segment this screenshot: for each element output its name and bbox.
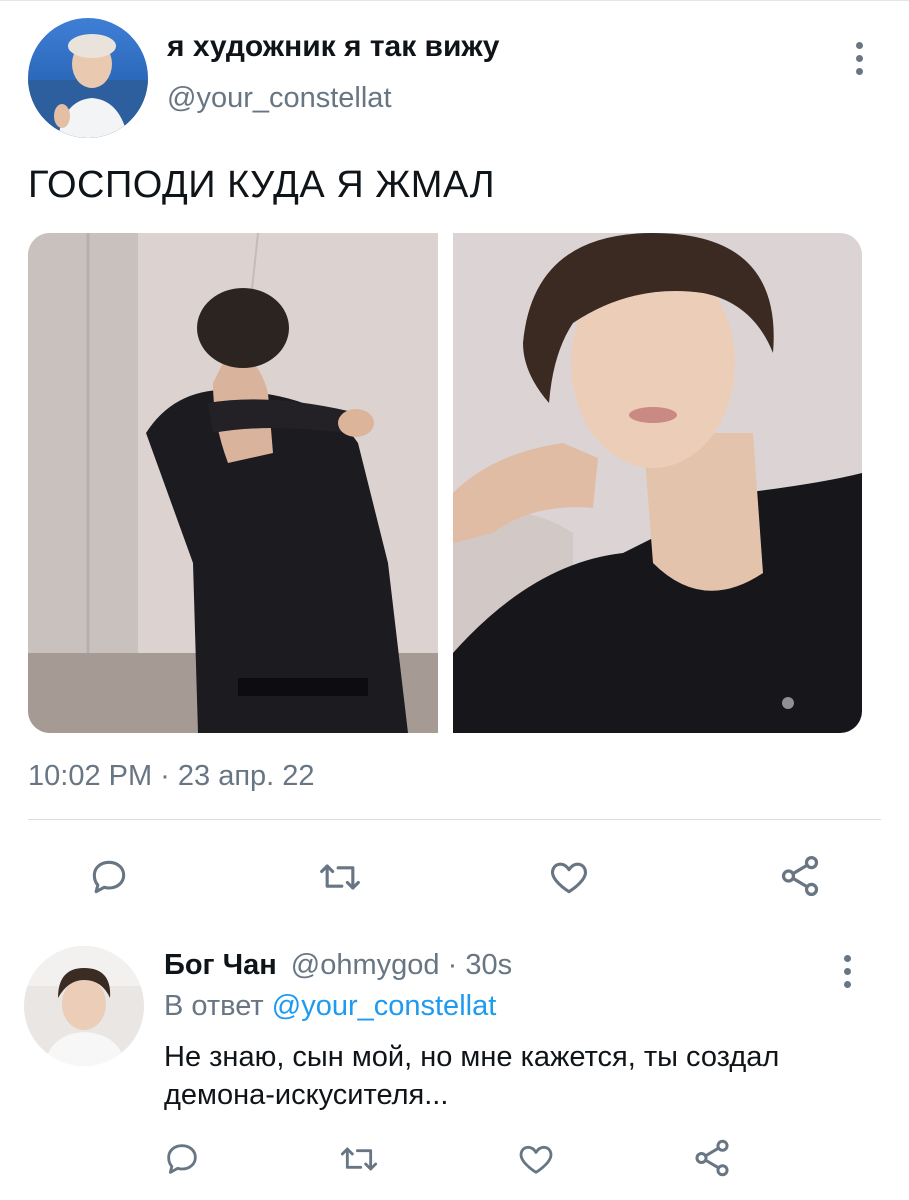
tweet-timestamp[interactable]: 10:02 PM · 23 апр. 22 bbox=[28, 760, 315, 793]
reply-context-mention[interactable]: @your_constellat bbox=[272, 990, 497, 1022]
retweet-button[interactable] bbox=[315, 854, 365, 900]
tweet-text: ГОСПОДИ КУДА Я ЖМАЛ bbox=[28, 164, 496, 206]
tweet-photo-1[interactable] bbox=[28, 233, 438, 733]
like-button[interactable] bbox=[545, 854, 593, 900]
retweet-icon bbox=[320, 864, 360, 890]
reply-context: В ответ @your_constellat bbox=[164, 990, 496, 1023]
tweet-photo-2[interactable] bbox=[453, 233, 862, 733]
more-vertical-icon bbox=[842, 38, 876, 75]
reply-time[interactable]: 30s bbox=[465, 949, 512, 981]
reply-author-handle[interactable]: @ohmygod bbox=[291, 949, 440, 981]
author-name[interactable]: я художник я так вижу bbox=[167, 30, 499, 64]
reply-like-button[interactable] bbox=[514, 1138, 558, 1180]
meta-separator: · bbox=[439, 949, 466, 981]
divider bbox=[0, 0, 909, 1]
reply-author-avatar[interactable] bbox=[24, 946, 144, 1066]
reply-share-button[interactable] bbox=[690, 1136, 734, 1180]
like-icon bbox=[519, 1145, 553, 1174]
author-avatar[interactable] bbox=[28, 18, 148, 138]
more-options-button[interactable] bbox=[842, 38, 876, 78]
divider bbox=[28, 819, 881, 820]
reply-author-name[interactable]: Бог Чан bbox=[164, 949, 277, 981]
reply-retweet-button[interactable] bbox=[336, 1138, 382, 1180]
reply-context-prefix: В ответ bbox=[164, 990, 264, 1022]
reply-more-options-button[interactable] bbox=[832, 951, 862, 991]
reply-header: Бог Чан @ohmygod · 30s bbox=[164, 949, 512, 982]
reply-icon bbox=[167, 1144, 197, 1174]
author-handle[interactable]: @your_constellat bbox=[167, 82, 392, 115]
share-icon bbox=[781, 855, 819, 897]
reply-text: Не знаю, сын мой, но мне кажется, ты соз… bbox=[164, 1041, 780, 1111]
like-icon bbox=[550, 862, 588, 894]
more-vertical-icon bbox=[832, 951, 862, 988]
share-button[interactable] bbox=[776, 852, 824, 900]
reply-reply-button[interactable] bbox=[160, 1138, 204, 1180]
retweet-icon bbox=[340, 1147, 378, 1171]
reply-icon bbox=[92, 860, 126, 894]
reply-button[interactable] bbox=[86, 854, 132, 900]
share-icon bbox=[695, 1139, 729, 1177]
